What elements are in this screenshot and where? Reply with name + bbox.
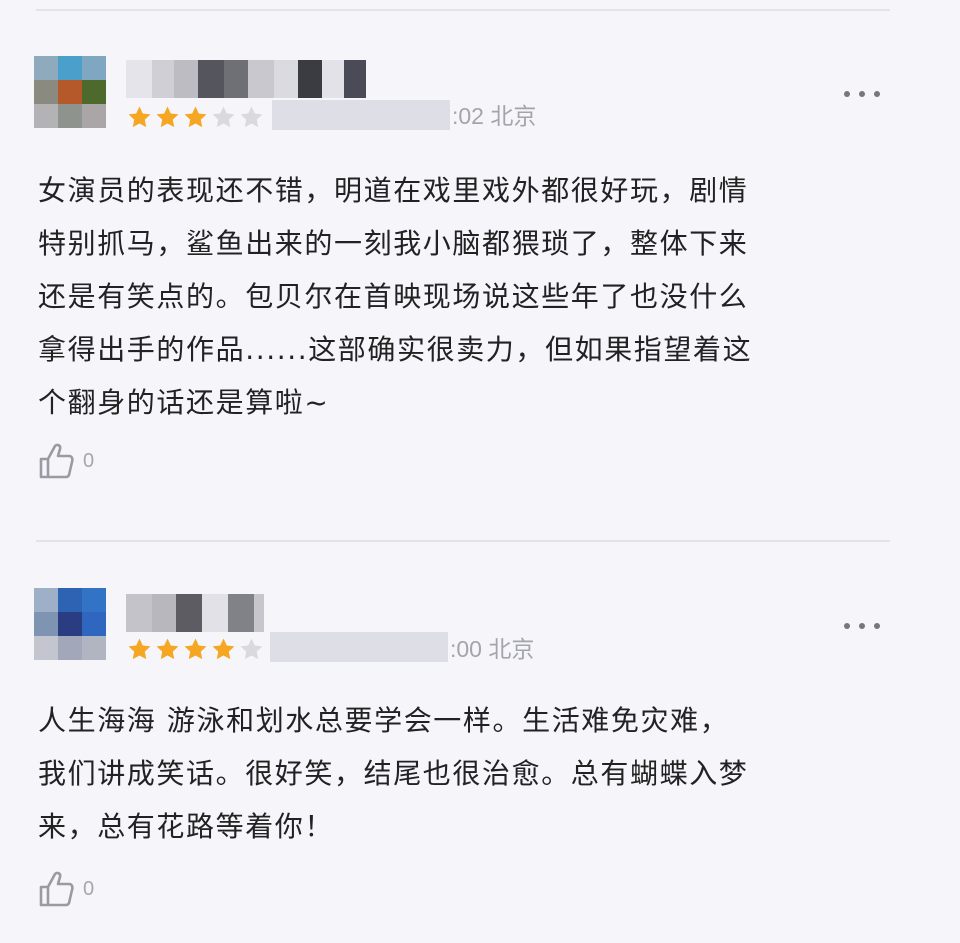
- divider: [36, 540, 890, 542]
- timestamp-blurred: [272, 100, 450, 130]
- review-text: 女演员的表现还不错，明道在戏里戏外都很好玩，剧情 特别抓马，鲨鱼出来的一刻我小脑…: [38, 174, 753, 419]
- star-icon: [126, 636, 153, 663]
- divider: [36, 9, 890, 11]
- more-horizontal-icon: [844, 91, 850, 97]
- star-icon: [154, 636, 181, 663]
- more-horizontal-icon: [844, 623, 850, 629]
- like-count: 0: [83, 449, 95, 472]
- star-icon: [182, 636, 209, 663]
- more-options-button[interactable]: [840, 82, 884, 106]
- star-icon: [238, 636, 265, 663]
- username-blurred[interactable]: [126, 60, 366, 98]
- rating-stars: [126, 102, 266, 132]
- star-icon: [182, 104, 209, 131]
- timestamp-location: :02 北京: [452, 103, 537, 129]
- thumbs-up-icon: [39, 871, 74, 907]
- thumbs-up-icon: [39, 443, 74, 479]
- timestamp-blurred: [270, 632, 448, 662]
- rating-stars: [126, 634, 266, 664]
- star-icon: [154, 104, 181, 131]
- review-text: 人生海海 游泳和划水总要学会一样。生活难免灾难， 我们讲成笑话。很好笑，结尾也很…: [38, 704, 749, 843]
- timestamp-location: :00 北京: [450, 636, 535, 662]
- username-blurred[interactable]: [126, 594, 264, 632]
- star-icon: [238, 104, 265, 131]
- like-count: 0: [83, 877, 95, 900]
- star-icon: [126, 104, 153, 131]
- star-icon: [210, 636, 237, 663]
- avatar[interactable]: [34, 588, 106, 660]
- like-button[interactable]: 0: [38, 868, 94, 910]
- review-list: :02 北京 女演员的表现还不错，明道在戏里戏外都很好玩，剧情 特别抓马，鲨鱼出…: [0, 0, 960, 943]
- like-button[interactable]: 0: [38, 440, 94, 482]
- star-icon: [210, 104, 237, 131]
- more-options-button[interactable]: [840, 614, 884, 638]
- avatar[interactable]: [34, 56, 106, 128]
